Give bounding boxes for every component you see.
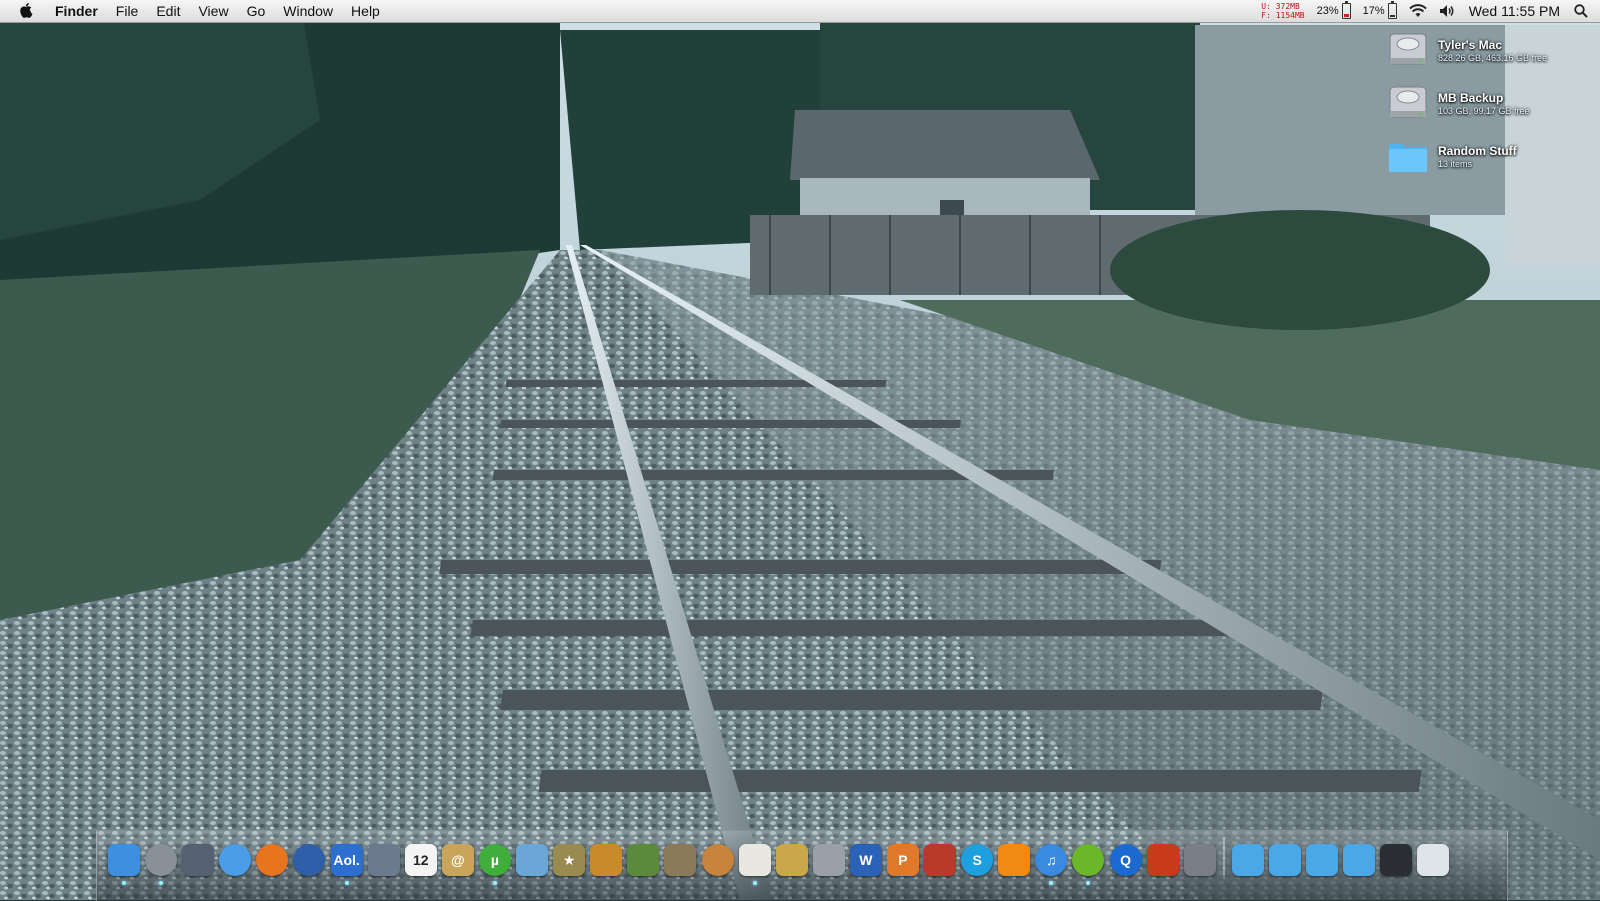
desktop-wallpaper	[0, 0, 1600, 900]
desktop-item-info: 828.26 GB, 463.16 GB free	[1438, 53, 1548, 63]
desktop-item-name: Random Stuff	[1438, 144, 1517, 158]
menubar-clock[interactable]: Wed 11:55 PM	[1469, 3, 1560, 19]
egg-icon[interactable]	[701, 844, 734, 876]
memory-used: U: 372MB	[1261, 2, 1300, 11]
finder-icon[interactable]	[108, 844, 140, 885]
audio-app-icon[interactable]	[1146, 844, 1179, 876]
running-indicator	[752, 881, 757, 885]
launchpad-icon[interactable]	[145, 844, 178, 885]
dock-separator	[1222, 838, 1225, 876]
memory-free: F: 1154MB	[1261, 11, 1305, 20]
spotlight-search-icon[interactable]	[1574, 4, 1588, 18]
dock-icon-label: @	[451, 852, 465, 868]
downloads-stack-icon[interactable]	[1343, 844, 1376, 876]
system-preferences-icon[interactable]	[1183, 844, 1216, 876]
dock-icon-label: ♫	[1046, 852, 1057, 868]
desktop-item-name: MB Backup	[1438, 91, 1504, 105]
dock-icon-label: W	[859, 852, 873, 868]
utorrent-icon[interactable]: µ	[478, 844, 511, 885]
aol-icon[interactable]: Aol.	[330, 844, 363, 885]
quicktime-icon[interactable]: Q	[1109, 844, 1142, 876]
menu-app-finder[interactable]: Finder	[46, 0, 107, 22]
battery-icon[interactable]	[1341, 1, 1351, 19]
vlc-icon[interactable]	[998, 844, 1031, 876]
hard-drive-icon	[1386, 28, 1430, 72]
minecraft-icon[interactable]	[627, 844, 660, 876]
imovie-star-icon[interactable]: ★	[553, 844, 586, 876]
itunes-icon[interactable]: ♫	[1035, 844, 1068, 885]
skype-icon[interactable]: S	[961, 844, 994, 876]
memory-monitor[interactable]: U: 372MB F: 1154MB	[1261, 2, 1304, 20]
dock-icon-label: 12	[412, 852, 429, 868]
preview-icon[interactable]	[367, 844, 400, 876]
dock-icon-label: S	[972, 852, 982, 868]
desktop-item-mb-backup[interactable]: MB Backup 103 GB, 99.17 GB free	[1386, 81, 1586, 134]
photo-booth-icon[interactable]	[924, 844, 957, 876]
folder-icon	[1386, 134, 1430, 178]
script-editor-icon[interactable]	[775, 844, 808, 876]
folder-stack-icon[interactable]	[1306, 844, 1338, 876]
dock-icon-label: P	[898, 852, 908, 868]
dock-icon-label: Aol.	[333, 852, 360, 868]
running-indicator	[492, 881, 497, 885]
safari-icon[interactable]	[219, 844, 252, 876]
calendar-icon[interactable]: 12	[404, 844, 437, 876]
running-indicator	[122, 881, 126, 885]
menu-edit[interactable]: Edit	[147, 0, 189, 22]
word-icon[interactable]: W	[849, 844, 882, 876]
menu-window[interactable]: Window	[274, 0, 342, 22]
mission-control-icon[interactable]	[182, 844, 215, 876]
desktop-icons: Tyler's Mac 828.26 GB, 463.16 GB free MB…	[1386, 28, 1586, 187]
menu-help[interactable]: Help	[342, 0, 389, 22]
terminal-stack-icon[interactable]	[1380, 844, 1413, 876]
menu-go[interactable]: Go	[238, 0, 275, 22]
contacts-icon[interactable]: @	[441, 844, 474, 876]
dock-icon-label: µ	[490, 852, 499, 868]
desktop-item-info: 103 GB, 99.17 GB free	[1438, 106, 1530, 116]
dock-icons: Aol. 12 @ µ ★ W P S ♫ Q	[108, 838, 1454, 885]
dock-icon-label: Q	[1120, 852, 1131, 868]
hard-drive-icon	[1386, 81, 1430, 125]
cpu-percent[interactable]: 23%	[1317, 5, 1339, 17]
network-globe-icon[interactable]	[293, 844, 326, 876]
battery-status-icon[interactable]	[1387, 1, 1397, 19]
dock-icon-label: ★	[562, 851, 576, 868]
desktop-item-info: 13 items	[1438, 159, 1473, 169]
trash-icon[interactable]	[1417, 844, 1450, 876]
dock: Aol. 12 @ µ ★ W P S ♫ Q	[96, 830, 1508, 901]
menu-file[interactable]: File	[107, 0, 148, 22]
textedit-icon[interactable]	[738, 844, 771, 885]
gimp-icon[interactable]	[664, 844, 697, 876]
desktop-item-random-stuff[interactable]: Random Stuff 13 items	[1386, 134, 1586, 187]
spotify-icon[interactable]	[1072, 844, 1105, 885]
garageband-icon[interactable]	[590, 844, 623, 876]
apple-menu-icon[interactable]	[16, 0, 38, 22]
wifi-icon[interactable]	[1408, 4, 1427, 18]
calculator-icon[interactable]	[812, 844, 845, 876]
battery-percent[interactable]: 17%	[1363, 5, 1385, 17]
applications-stack-icon[interactable]	[1231, 844, 1264, 876]
menu-view[interactable]: View	[189, 0, 237, 22]
status-area: U: 372MB F: 1154MB 23% 17% Wed 11:55 PM	[1261, 0, 1600, 22]
firefox-icon[interactable]	[256, 844, 289, 876]
menu-bar: Finder File Edit View Go Window Help U: …	[0, 0, 1600, 23]
desktop-item-tylers-mac[interactable]: Tyler's Mac 828.26 GB, 463.16 GB free	[1386, 28, 1586, 81]
volume-icon[interactable]	[1439, 4, 1457, 18]
folder-app-icon[interactable]	[516, 844, 549, 876]
running-indicator	[344, 881, 349, 885]
powerpoint-icon[interactable]: P	[886, 844, 919, 876]
desktop-item-name: Tyler's Mac	[1438, 38, 1502, 52]
documents-stack-icon[interactable]	[1268, 844, 1301, 876]
